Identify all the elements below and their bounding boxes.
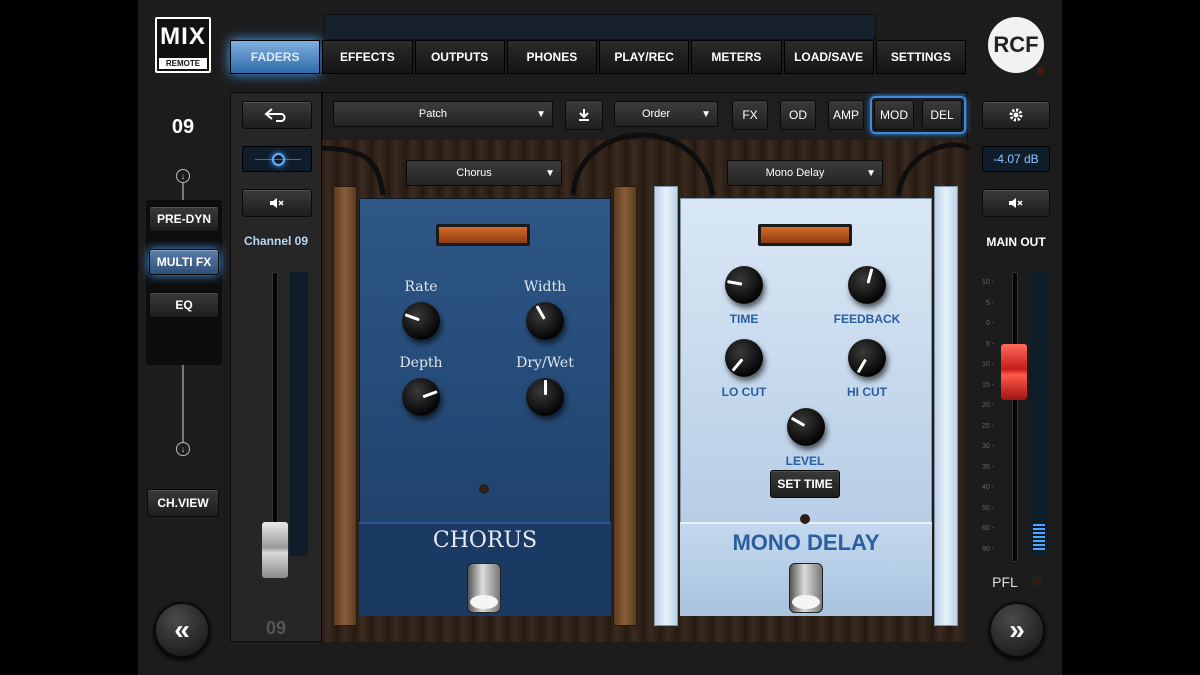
- rate-knob[interactable]: [402, 302, 440, 340]
- time-label: TIME: [729, 312, 759, 326]
- pfl-label: PFL: [992, 574, 1018, 590]
- main-scale-tick-label: 5 -: [985, 340, 994, 348]
- hi-cut-label: HI CUT: [847, 385, 887, 399]
- knob-indicator: [727, 280, 743, 286]
- chorus-display: [436, 224, 530, 246]
- chorus-led: [479, 484, 489, 494]
- main-scale-tick-label: 10 -: [981, 279, 994, 286]
- knob-indicator: [535, 305, 546, 320]
- feedback-label: FEEDBACK: [833, 312, 901, 326]
- dry-wet-knob[interactable]: [526, 378, 564, 416]
- main-scale-tick-label: 40 -: [981, 484, 994, 491]
- main-level-readout: -4.07 dB: [982, 146, 1050, 172]
- main-scale-tick-label: 25 -: [981, 422, 994, 430]
- chorus-footswitch[interactable]: [467, 563, 501, 613]
- chorus-post-left: [333, 186, 357, 626]
- main-fader-track: [1012, 272, 1018, 562]
- left-pedal-label: Chorus: [456, 167, 492, 179]
- right-pedal-dropdown[interactable]: Mono Delay ▼: [727, 160, 883, 186]
- double-chevron-right-icon[interactable]: »: [989, 602, 1045, 658]
- main-scale-tick-label: 15 -: [981, 381, 994, 389]
- main-meter: [1030, 272, 1048, 556]
- dry-wet-label: Dry/Wet: [516, 355, 574, 371]
- knob-indicator: [790, 416, 806, 427]
- main-out-label: MAIN OUT: [986, 235, 1046, 249]
- main-meter-level: [1033, 524, 1045, 552]
- gear-icon[interactable]: [982, 101, 1050, 129]
- level-label: LEVEL: [785, 454, 825, 468]
- main-scale-tick-label: 50 -: [981, 504, 994, 512]
- time-knob[interactable]: [725, 266, 763, 304]
- right-pedal-label: Mono Delay: [765, 167, 825, 179]
- chevron-down-icon: ▼: [866, 168, 876, 179]
- level-knob[interactable]: [787, 408, 825, 446]
- delay-footswitch[interactable]: [789, 563, 823, 613]
- delay-display: [758, 224, 852, 246]
- feedback-knob[interactable]: [848, 266, 886, 304]
- knob-indicator: [422, 390, 438, 399]
- main-scale-tick-label: 20 -: [981, 402, 994, 409]
- main-scale-tick-label: 0 -: [985, 320, 994, 327]
- lo-cut-label: LO CUT: [721, 385, 767, 399]
- main-scale-tick-label: 30 -: [981, 443, 994, 450]
- width-knob[interactable]: [526, 302, 564, 340]
- main-scale-tick-label: 60 -: [981, 525, 994, 532]
- main-scale-tick-label: 90 -: [981, 545, 994, 553]
- knob-indicator: [866, 268, 874, 284]
- main-scale-tick-label: 10 -: [981, 361, 994, 368]
- delay-led: [800, 514, 810, 524]
- chorus-name: CHORUS: [432, 528, 538, 553]
- knob-indicator: [856, 358, 867, 374]
- left-pedal-dropdown[interactable]: Chorus ▼: [406, 160, 562, 186]
- depth-label: Depth: [399, 355, 443, 371]
- hi-cut-knob[interactable]: [848, 339, 886, 377]
- mono-delay-name: MONO DELAY: [732, 530, 880, 555]
- width-label: Width: [523, 279, 567, 295]
- rate-label: Rate: [404, 279, 438, 295]
- set-time-button[interactable]: SET TIME: [770, 470, 840, 498]
- mute-speaker-icon[interactable]: [982, 189, 1050, 217]
- depth-knob[interactable]: [402, 378, 440, 416]
- main-scale-tick-label: 35 -: [981, 463, 994, 471]
- main-fader-handle[interactable]: [1001, 344, 1027, 400]
- knob-indicator: [404, 313, 420, 322]
- lo-cut-knob[interactable]: [725, 339, 763, 377]
- knob-indicator: [544, 380, 547, 395]
- delay-post-left: [654, 186, 678, 626]
- pfl-led[interactable]: [1032, 576, 1042, 586]
- chevron-down-icon: ▼: [545, 168, 555, 179]
- main-scale-tick-label: 5 -: [985, 299, 994, 307]
- chorus-post-right: [613, 186, 637, 626]
- delay-post-right: [934, 186, 958, 626]
- knob-indicator: [731, 358, 744, 372]
